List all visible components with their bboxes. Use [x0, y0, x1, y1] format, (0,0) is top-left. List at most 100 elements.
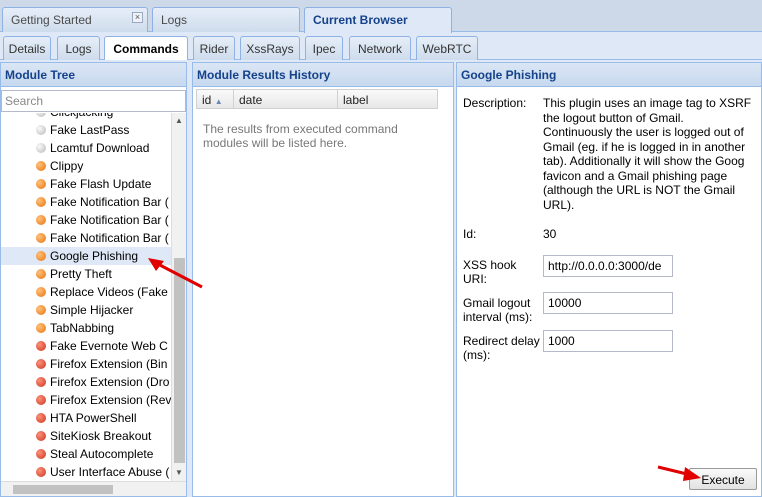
description-line: URL). [543, 197, 575, 212]
search-input[interactable]: Search [1, 90, 186, 112]
tree-item-label: Fake LastPass [50, 123, 130, 137]
empty-results-message: The results from executed command module… [203, 122, 398, 150]
label-line: XSS hook [463, 258, 517, 272]
id-label: Id: [463, 227, 477, 241]
status-red-icon [36, 467, 46, 477]
tree-item[interactable]: Fake LastPass [1, 121, 171, 139]
tree-item-label: SiteKiosk Breakout [50, 429, 152, 443]
scroll-down-arrow-icon[interactable]: ▼ [175, 468, 183, 477]
tab-label: XssRays [246, 42, 294, 56]
tree-item[interactable]: Firefox Extension (Bin [1, 355, 171, 373]
status-red-icon [36, 395, 46, 405]
tree-item[interactable]: HTA PowerShell [1, 409, 171, 427]
tree-item-label: Fake Notification Bar ( [50, 213, 169, 227]
tree-item[interactable]: Fake Notification Bar ( [1, 193, 171, 211]
tab-ipec[interactable]: Ipec [305, 36, 343, 60]
tab-webrtc[interactable]: WebRTC [416, 36, 478, 60]
tree-item-label: Fake Notification Bar ( [50, 231, 169, 245]
tree-vertical-scrollbar[interactable]: ▲ ▼ [171, 113, 186, 481]
description-label: Description: [463, 96, 527, 110]
tree-horizontal-scrollbar[interactable] [1, 481, 186, 496]
tree-item-label: Steal Autocomplete [50, 447, 154, 461]
tree-item[interactable]: SiteKiosk Breakout [1, 427, 171, 445]
tree-item-label: Fake Flash Update [50, 177, 152, 191]
tab-network[interactable]: Network [349, 36, 411, 60]
status-orange-icon [36, 233, 46, 243]
tree-item[interactable]: Clickjacking [1, 113, 171, 121]
column-separator [233, 90, 234, 109]
scroll-up-arrow-icon[interactable]: ▲ [175, 116, 183, 125]
description-line: Continuously the user is logged out of [543, 125, 744, 139]
results-grid-header: id ▲ date label [196, 89, 438, 109]
xss-hook-uri-field[interactable]: http://0.0.0.0:3000/de [543, 255, 673, 277]
tab-logs-sub[interactable]: Logs [57, 36, 100, 60]
status-orange-icon [36, 215, 46, 225]
status-red-icon [36, 377, 46, 387]
status-orange-icon [36, 305, 46, 315]
tree-item[interactable]: User Interface Abuse ( [1, 463, 171, 481]
id-value: 30 [543, 227, 557, 241]
gmail-logout-interval-label: Gmail logout interval (ms): [463, 296, 532, 324]
close-icon[interactable]: × [132, 12, 143, 23]
panel-title: Module Tree [1, 63, 186, 87]
tree-item-label: Lcamtuf Download [50, 141, 150, 155]
tab-label: Details [8, 42, 46, 56]
tab-xssrays[interactable]: XssRays [240, 36, 300, 60]
tree-item[interactable]: Lcamtuf Download [1, 139, 171, 157]
status-red-icon [36, 341, 46, 351]
tree-item[interactable]: Clippy [1, 157, 171, 175]
tab-label: Logs [161, 13, 188, 27]
tab-rider[interactable]: Rider [193, 36, 235, 60]
tree-item-label: Firefox Extension (Rev [50, 393, 171, 407]
tree-item-label: Firefox Extension (Dro [50, 375, 170, 389]
tab-getting-started[interactable]: Getting Started × [2, 7, 148, 32]
module-description: This plugin uses an image tag to XSRF th… [543, 96, 757, 214]
status-orange-icon [36, 197, 46, 207]
sub-tab-bar: Details Logs Commands Rider XssRays Ipec… [0, 33, 762, 60]
tree-item-label: HTA PowerShell [50, 411, 137, 425]
tab-label: Current Browser [313, 13, 408, 27]
tree-item[interactable]: Fake Evernote Web C [1, 337, 171, 355]
tree-item[interactable]: TabNabbing [1, 319, 171, 337]
tab-commands[interactable]: Commands [104, 36, 188, 60]
description-line: tab). Additionally it will show the Goog [543, 154, 745, 168]
tree-item-label: Google Phishing [50, 249, 139, 263]
tab-label: Ipec [312, 42, 336, 56]
status-orange-icon [36, 323, 46, 333]
redirect-delay-field[interactable]: 1000 [543, 330, 673, 352]
gmail-logout-interval-field[interactable]: 10000 [543, 292, 673, 314]
tree-item[interactable]: Steal Autocomplete [1, 445, 171, 463]
tree-item-label: Fake Evernote Web C [50, 339, 168, 353]
tab-current-browser[interactable]: Current Browser [304, 7, 452, 33]
column-header-label[interactable]: label [343, 93, 368, 107]
tab-label: Rider [199, 42, 229, 56]
description-line: (although the URL is NOT the Gmail [543, 183, 736, 197]
module-tree: Clickjacking Fake LastPass Lcamtuf Downloa… [1, 113, 171, 481]
label-line: (ms): [463, 348, 491, 362]
scrollbar-thumb[interactable] [13, 485, 113, 494]
tree-item[interactable]: Firefox Extension (Rev [1, 391, 171, 409]
tree-item[interactable]: Simple Hijacker [1, 301, 171, 319]
sort-ascending-icon: ▲ [214, 97, 223, 106]
status-grey-icon [36, 125, 46, 135]
tree-item[interactable]: Fake Notification Bar ( [1, 229, 171, 247]
tree-item-label: Simple Hijacker [50, 303, 134, 317]
tree-item[interactable]: Fake Notification Bar ( [1, 211, 171, 229]
panel-title: Module Results History [193, 63, 453, 87]
status-red-icon [36, 413, 46, 423]
tree-item-label: Firefox Extension (Bin [50, 357, 168, 371]
tab-logs[interactable]: Logs [152, 7, 300, 32]
status-grey-icon [36, 143, 46, 153]
column-header-date[interactable]: date [239, 93, 262, 107]
column-separator [337, 90, 338, 109]
tree-item[interactable]: Firefox Extension (Dro [1, 373, 171, 391]
label-line: Gmail logout [463, 296, 531, 310]
tree-item-label: Clickjacking [50, 113, 113, 119]
results-history-panel: Module Results History id ▲ date label T… [192, 62, 454, 497]
xss-hook-uri-label: XSS hook URI: [463, 258, 516, 286]
column-header-id[interactable]: id ▲ [202, 93, 223, 107]
status-orange-icon [36, 269, 46, 279]
label-line: interval (ms): [463, 310, 533, 324]
tab-details[interactable]: Details [3, 36, 51, 60]
tree-item[interactable]: Fake Flash Update [1, 175, 171, 193]
